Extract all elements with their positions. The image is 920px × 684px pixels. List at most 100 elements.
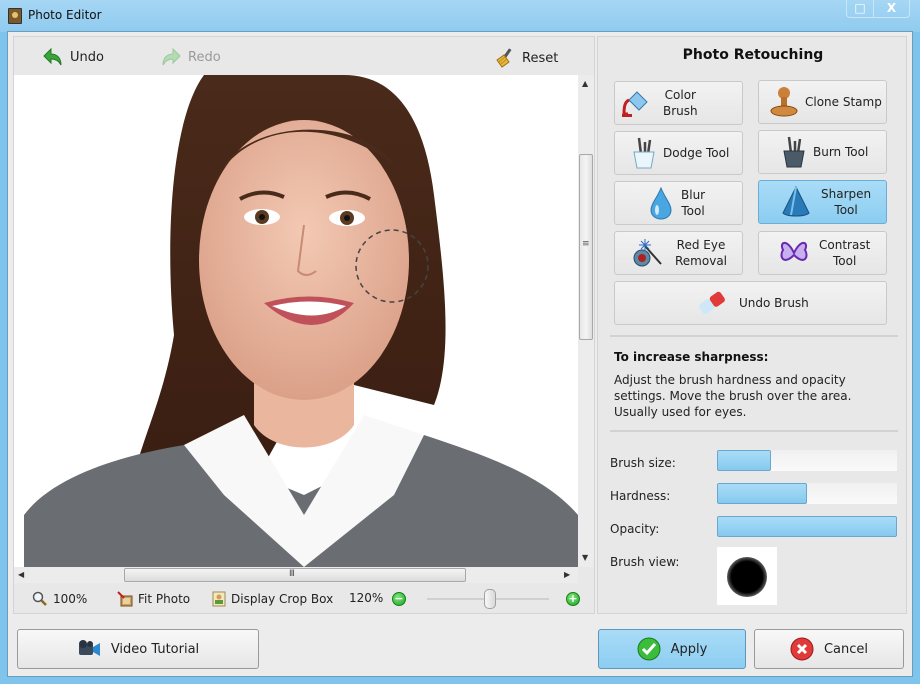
tool-label: Removal [675,254,728,268]
tool-red-eye-removal[interactable]: Red Eye Removal [614,231,743,275]
redo-arrow-icon [162,47,181,66]
display-crop-box-button[interactable]: Display Crop Box [212,591,333,607]
brush-cup-light-icon [631,136,657,170]
tool-label: Color [664,88,696,102]
tool-label: Tool [832,254,857,268]
undo-arrow-icon [43,47,62,66]
undo-button[interactable]: Undo [42,47,104,67]
brush-view-label: Brush view: [610,555,680,569]
tool-color-brush[interactable]: Color Brush [614,81,743,125]
hardness-slider[interactable] [717,483,897,504]
tool-dodge[interactable]: Dodge Tool [614,131,743,175]
grip-icon: III [289,569,295,579]
hint-text: Adjust the brush hardness and opacity se… [614,373,852,419]
window-controls: □ X [846,0,910,18]
panel-title: Photo Retouching [682,47,824,63]
vertical-scroll-thumb[interactable]: ≡ [579,154,593,340]
dialog-body: Undo Redo Reset ▲ ≡ ▼ ◀ III ▶ 100% Fit P… [7,31,913,677]
brush-dot [727,557,767,597]
fit-photo-button[interactable]: Fit Photo [117,591,190,607]
apply-button[interactable]: Apply [598,629,746,669]
divider [610,335,898,337]
magnifier-icon [32,591,47,606]
apply-label: Apply [670,641,708,657]
tool-contrast[interactable]: Contrast Tool [758,231,887,275]
cancel-button[interactable]: Cancel [754,629,904,669]
video-tutorial-button[interactable]: Video Tutorial [17,629,259,669]
video-camera-icon [78,640,100,656]
zoom-level-readout: 120% [349,591,384,605]
tool-clone-stamp[interactable]: Clone Stamp [758,80,887,124]
video-tutorial-label: Video Tutorial [110,641,200,657]
tool-label: Blur [681,188,706,202]
tool-label: Contrast [819,238,871,252]
opacity-label: Opacity: [610,522,660,536]
redo-button[interactable]: Redo [160,47,221,67]
retouch-panel: Photo Retouching Color Brush Clone Stamp … [597,36,907,614]
hardness-label: Hardness: [610,489,671,503]
scroll-right-arrow-icon[interactable]: ▶ [564,570,570,579]
edit-toolbar: Undo Redo Reset [14,37,594,75]
tool-blur[interactable]: Blur Tool [614,181,743,225]
brush-size-fill [717,450,771,471]
scroll-up-arrow-icon[interactable]: ▲ [582,79,588,88]
image-panel: Undo Redo Reset ▲ ≡ ▼ ◀ III ▶ 100% Fit P… [13,36,595,614]
maximize-button[interactable]: □ [847,0,873,18]
window-title: Photo Editor [28,8,102,22]
opacity-fill [717,516,897,537]
tool-label: Tool [681,204,705,218]
portrait-photo [24,75,578,567]
zoom-slider-thumb[interactable] [484,589,496,609]
tool-label: Clone Stamp [805,95,882,109]
opacity-slider[interactable] [717,516,897,537]
hardness-fill [717,483,807,504]
broom-icon [496,48,512,68]
cancel-label: Cancel [823,641,869,657]
reset-button[interactable]: Reset [494,47,558,69]
scroll-down-arrow-icon[interactable]: ▼ [582,553,588,562]
check-icon [637,637,661,661]
tool-label: Brush [663,104,698,118]
paint-bucket-icon [619,86,653,120]
cancel-x-icon [790,637,814,661]
redo-label: Redo [188,49,221,65]
display-crop-box-label: Display Crop Box [231,592,334,606]
tool-label: Dodge Tool [663,146,730,160]
hint-title: To increase sharpness: [614,350,769,364]
horizontal-scroll-thumb[interactable]: III [124,568,466,582]
tool-label: Burn Tool [813,145,869,159]
eraser-icon [695,286,729,320]
stamp-icon [769,85,799,119]
divider [610,430,898,432]
horizontal-scrollbar[interactable]: ◀ III ▶ [14,567,578,583]
tool-label: Sharpen [821,187,872,201]
zoom-out-icon[interactable]: − [392,592,406,606]
tool-sharpen[interactable]: Sharpen Tool [758,180,887,224]
water-drop-icon [649,186,673,220]
vertical-scrollbar[interactable]: ▲ ≡ ▼ [578,75,594,567]
tool-label: Undo Brush [739,296,809,310]
tool-undo-brush[interactable]: Undo Brush [614,281,887,325]
brush-size-label: Brush size: [610,456,676,470]
fit-photo-icon [117,591,133,607]
photo-canvas[interactable] [14,75,578,567]
actual-size-button[interactable]: 100% [32,591,87,607]
cone-icon [781,185,811,219]
zoom-statusbar: 100% Fit Photo Display Crop Box 120% − + [14,585,594,613]
crop-box-icon [212,591,226,607]
brush-size-slider[interactable] [717,450,897,471]
tool-burn[interactable]: Burn Tool [758,130,887,174]
grip-icon: ≡ [582,239,589,249]
app-icon [8,8,22,24]
tool-label: Tool [834,203,858,217]
tool-label: Red Eye [676,238,726,252]
zoom-in-icon[interactable]: + [566,592,580,606]
close-button[interactable]: X [873,0,909,18]
brush-preview [717,547,777,605]
reset-label: Reset [522,50,559,66]
scroll-left-arrow-icon[interactable]: ◀ [18,570,24,579]
red-eye-wand-icon [633,236,667,270]
undo-label: Undo [70,49,104,65]
title-bar: Photo Editor □ X [0,0,920,32]
actual-size-label: 100% [53,592,88,606]
